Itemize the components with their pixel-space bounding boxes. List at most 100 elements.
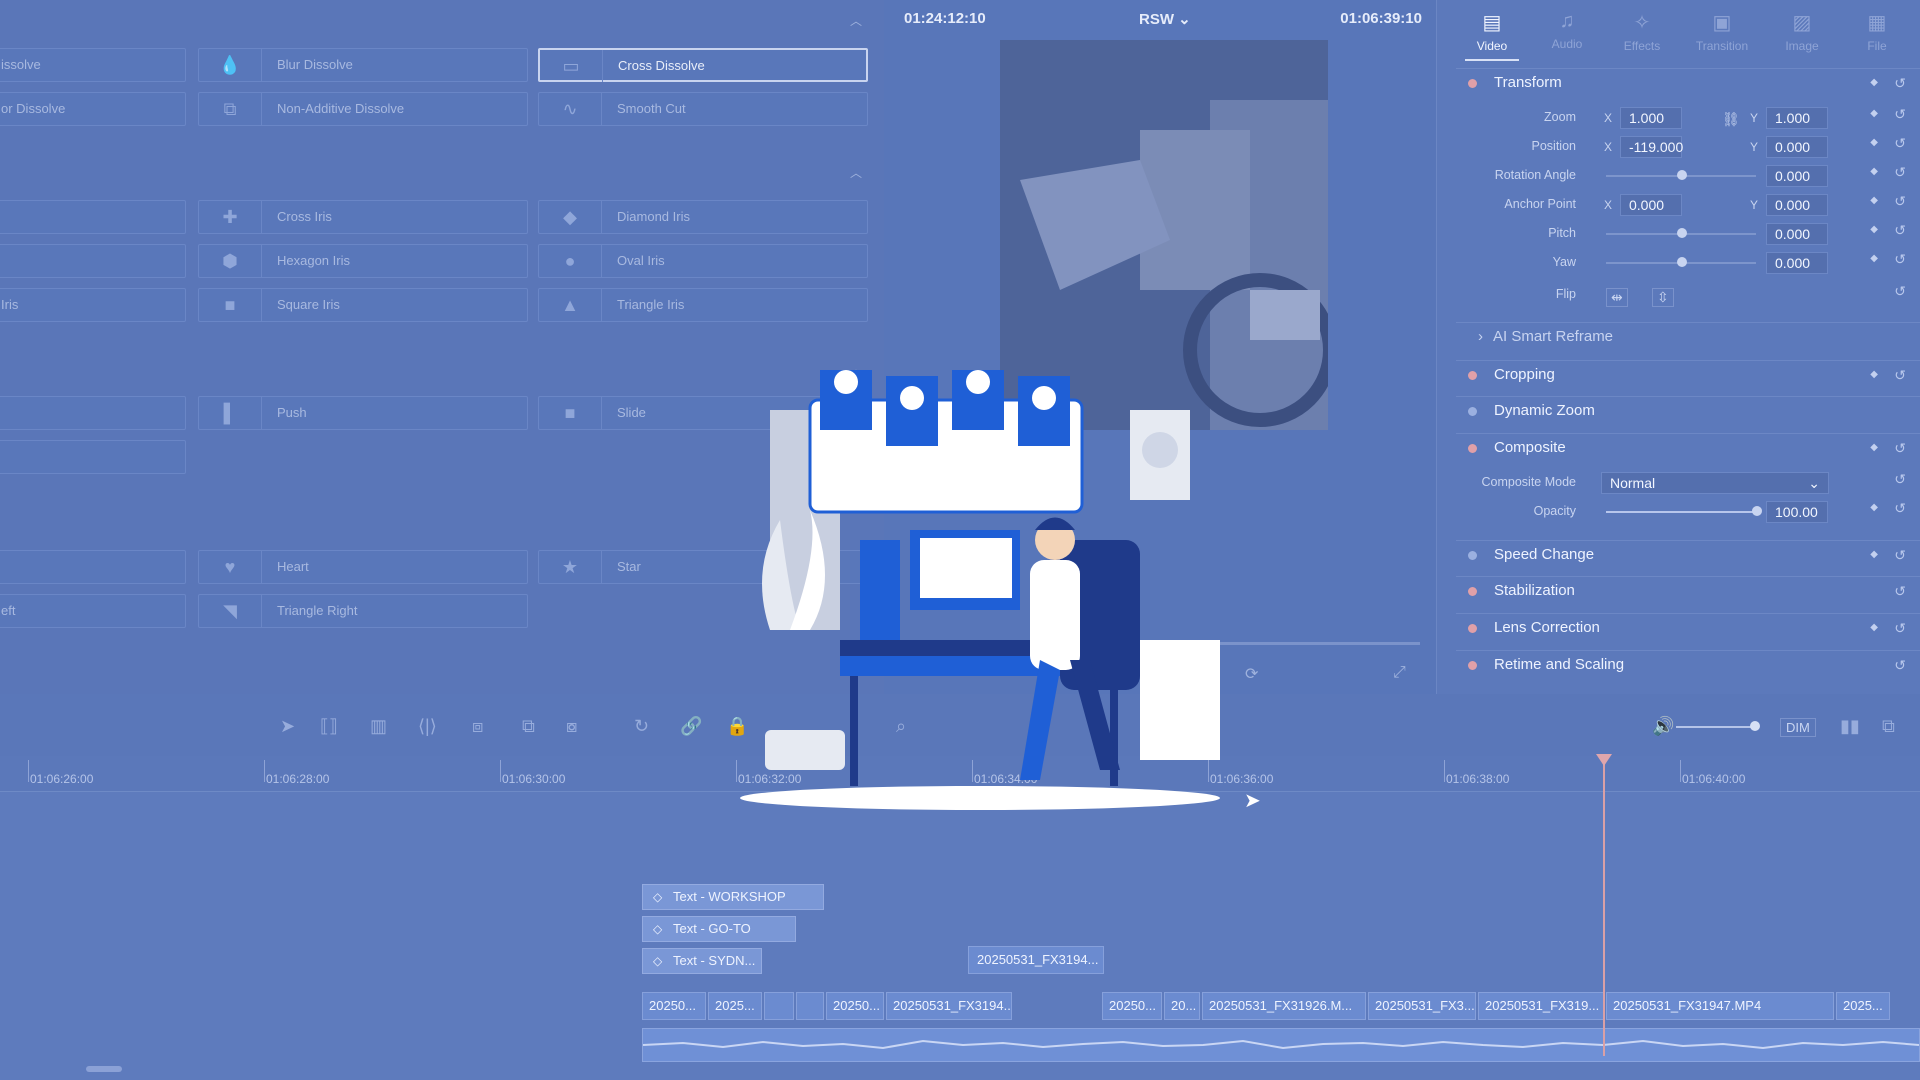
reset-icon[interactable]: ↺ xyxy=(1894,222,1906,239)
video-clip[interactable]: 20250531_FX31926.M... xyxy=(1202,992,1366,1020)
reset-icon[interactable]: ↺ xyxy=(1894,577,1906,605)
blade-tool-icon[interactable]: ⟨|⟩ xyxy=(418,716,437,737)
audio-meter-icon[interactable]: ▮▮ xyxy=(1840,716,1860,737)
effect-smooth-cut[interactable]: ∿ Smooth Cut xyxy=(538,92,868,126)
tab-file[interactable]: ▦ File xyxy=(1842,10,1912,53)
keyframe-icon[interactable]: ◆ xyxy=(1870,434,1878,462)
enable-toggle[interactable] xyxy=(1468,587,1477,596)
enable-toggle[interactable] xyxy=(1468,444,1477,453)
effect-item[interactable]: eft xyxy=(0,594,186,628)
effect-item[interactable] xyxy=(0,200,186,234)
keyframe-icon[interactable]: ◆ xyxy=(1870,108,1878,119)
position-y-field[interactable]: 0.000 xyxy=(1766,136,1828,158)
collapse-iris-icon[interactable]: ︿ xyxy=(850,164,862,181)
rotation-slider-knob[interactable] xyxy=(1677,170,1687,180)
video-clip[interactable]: 20250... xyxy=(1102,992,1162,1020)
video-clip[interactable]: 20250531_FX31​9... xyxy=(1478,992,1604,1020)
opacity-field[interactable]: 100.00 xyxy=(1766,501,1828,523)
effect-square-iris[interactable]: ■ Square Iris xyxy=(198,288,528,322)
reset-icon[interactable]: ↺ xyxy=(1894,471,1906,488)
text-clip-go-to[interactable]: Text - GO-TO xyxy=(642,916,796,942)
mixer-icon[interactable]: ⧉ xyxy=(1882,716,1895,737)
section-lens-correction[interactable]: Lens Correction ◆ ↺ xyxy=(1456,613,1920,642)
tab-transition[interactable]: ▣ Transition xyxy=(1687,10,1757,53)
effect-triangle-right[interactable]: ◥ Triangle Right xyxy=(198,594,528,628)
reset-icon[interactable]: ↺ xyxy=(1894,164,1906,181)
effect-item[interactable] xyxy=(0,396,186,430)
effect-diamond-iris[interactable]: ◆ Diamond Iris xyxy=(538,200,868,234)
keyframe-icon[interactable]: ◆ xyxy=(1870,253,1878,264)
keyframe-icon[interactable]: ◆ xyxy=(1870,502,1878,513)
keyframe-icon[interactable]: ◆ xyxy=(1870,224,1878,235)
enable-toggle[interactable] xyxy=(1468,661,1477,670)
keyframe-icon[interactable]: ◆ xyxy=(1870,614,1878,642)
section-speed-change[interactable]: Speed Change ◆ ↺ xyxy=(1456,540,1920,569)
effect-triangle-iris[interactable]: ▲ Triangle Iris xyxy=(538,288,868,322)
snapping-icon[interactable]: ↻ xyxy=(634,716,649,737)
effect-item[interactable] xyxy=(0,440,186,474)
effect-blur-dissolve[interactable]: 💧 Blur Dissolve xyxy=(198,48,528,82)
reset-icon[interactable]: ↺ xyxy=(1894,193,1906,210)
tab-audio[interactable]: ♫ Audio xyxy=(1532,10,1602,51)
keyframe-icon[interactable]: ◆ xyxy=(1870,166,1878,177)
enable-toggle[interactable] xyxy=(1468,407,1477,416)
opacity-slider[interactable] xyxy=(1606,511,1756,513)
clip-name-dropdown[interactable]: RSW ⌄ xyxy=(1139,10,1191,28)
composite-mode-select[interactable]: Normal ⌄ xyxy=(1601,472,1829,494)
enable-toggle[interactable] xyxy=(1468,371,1477,380)
rotation-field[interactable]: 0.000 xyxy=(1766,165,1828,187)
section-composite[interactable]: Composite ◆ ↺ xyxy=(1456,433,1920,462)
section-stabilization[interactable]: Stabilization ↺ xyxy=(1456,576,1920,605)
collapse-dissolve-icon[interactable]: ︿ xyxy=(850,12,862,29)
fullscreen-icon[interactable]: ⤢ xyxy=(1393,664,1406,682)
effect-item[interactable]: Iris xyxy=(0,288,186,322)
anchor-x-field[interactable]: 0.000 xyxy=(1620,194,1682,216)
enable-toggle[interactable] xyxy=(1468,551,1477,560)
video-clip[interactable]: 20... xyxy=(1164,992,1200,1020)
effect-push[interactable]: ▌ Push xyxy=(198,396,528,430)
keyframe-icon[interactable]: ◆ xyxy=(1870,69,1878,97)
volume-slider[interactable] xyxy=(1676,726,1756,728)
insert-clip-icon[interactable]: ⧈ xyxy=(472,716,483,737)
enable-toggle[interactable] xyxy=(1468,624,1477,633)
reset-icon[interactable]: ↺ xyxy=(1894,251,1906,268)
audio-track-waveform[interactable] xyxy=(642,1028,1920,1062)
text-clip-workshop[interactable]: Text - WORKSHOP xyxy=(642,884,824,910)
keyframe-icon[interactable]: ◆ xyxy=(1870,541,1878,569)
reset-icon[interactable]: ↺ xyxy=(1894,283,1906,300)
section-retime-and-scaling[interactable]: Retime and Scaling ↺ xyxy=(1456,650,1920,679)
reset-icon[interactable]: ↺ xyxy=(1894,541,1906,569)
keyframe-icon[interactable]: ◆ xyxy=(1870,137,1878,148)
section-cropping[interactable]: Cropping ◆ ↺ xyxy=(1456,360,1920,389)
text-clip-sydn[interactable]: Text - SYDN... xyxy=(642,948,762,974)
anchor-y-field[interactable]: 0.000 xyxy=(1766,194,1828,216)
loop-icon[interactable]: ⟳ xyxy=(1245,664,1258,684)
replace-clip-icon[interactable]: ⧇ xyxy=(566,716,577,737)
video-clip[interactable]: 2025... xyxy=(708,992,762,1020)
tab-video[interactable]: ▤ Video xyxy=(1457,10,1527,61)
video-clip[interactable]: 20250531_FX31947.MP4 xyxy=(1606,992,1834,1020)
video-clip[interactable]: 20250531_FX3... xyxy=(1368,992,1476,1020)
effect-non-additive-dissolve[interactable]: ⧉ Non-Additive Dissolve xyxy=(198,92,528,126)
pitch-field[interactable]: 0.000 xyxy=(1766,223,1828,245)
volume-slider-knob[interactable] xyxy=(1750,721,1760,731)
timeline-scrollbar[interactable] xyxy=(86,1066,122,1072)
reset-icon[interactable]: ↺ xyxy=(1894,361,1906,389)
effect-item[interactable]: or Dissolve xyxy=(0,92,186,126)
yaw-slider-knob[interactable] xyxy=(1677,257,1687,267)
reset-icon[interactable]: ↺ xyxy=(1894,651,1906,679)
effect-hexagon-iris[interactable]: ⬢ Hexagon Iris xyxy=(198,244,528,278)
reset-icon[interactable]: ↺ xyxy=(1894,135,1906,152)
video-clip[interactable] xyxy=(764,992,794,1020)
overwrite-clip-icon[interactable]: ⧉ xyxy=(522,716,535,737)
trim-tool-icon[interactable]: ⟦⟧ xyxy=(320,716,338,737)
keyframe-icon[interactable]: ◆ xyxy=(1870,361,1878,389)
effect-oval-iris[interactable]: ● Oval Iris xyxy=(538,244,868,278)
reset-icon[interactable]: ↺ xyxy=(1894,434,1906,462)
section-transform[interactable]: Transform ◆ ↺ xyxy=(1456,68,1920,97)
effect-cross-dissolve[interactable]: ▭ Cross Dissolve xyxy=(538,48,868,82)
selection-tool-icon[interactable]: ➤ xyxy=(280,716,295,737)
video-clip[interactable]: 20250531_FX3194... xyxy=(886,992,1012,1020)
section-dynamic-zoom[interactable]: Dynamic Zoom xyxy=(1456,396,1920,425)
reset-icon[interactable]: ↺ xyxy=(1894,500,1906,517)
